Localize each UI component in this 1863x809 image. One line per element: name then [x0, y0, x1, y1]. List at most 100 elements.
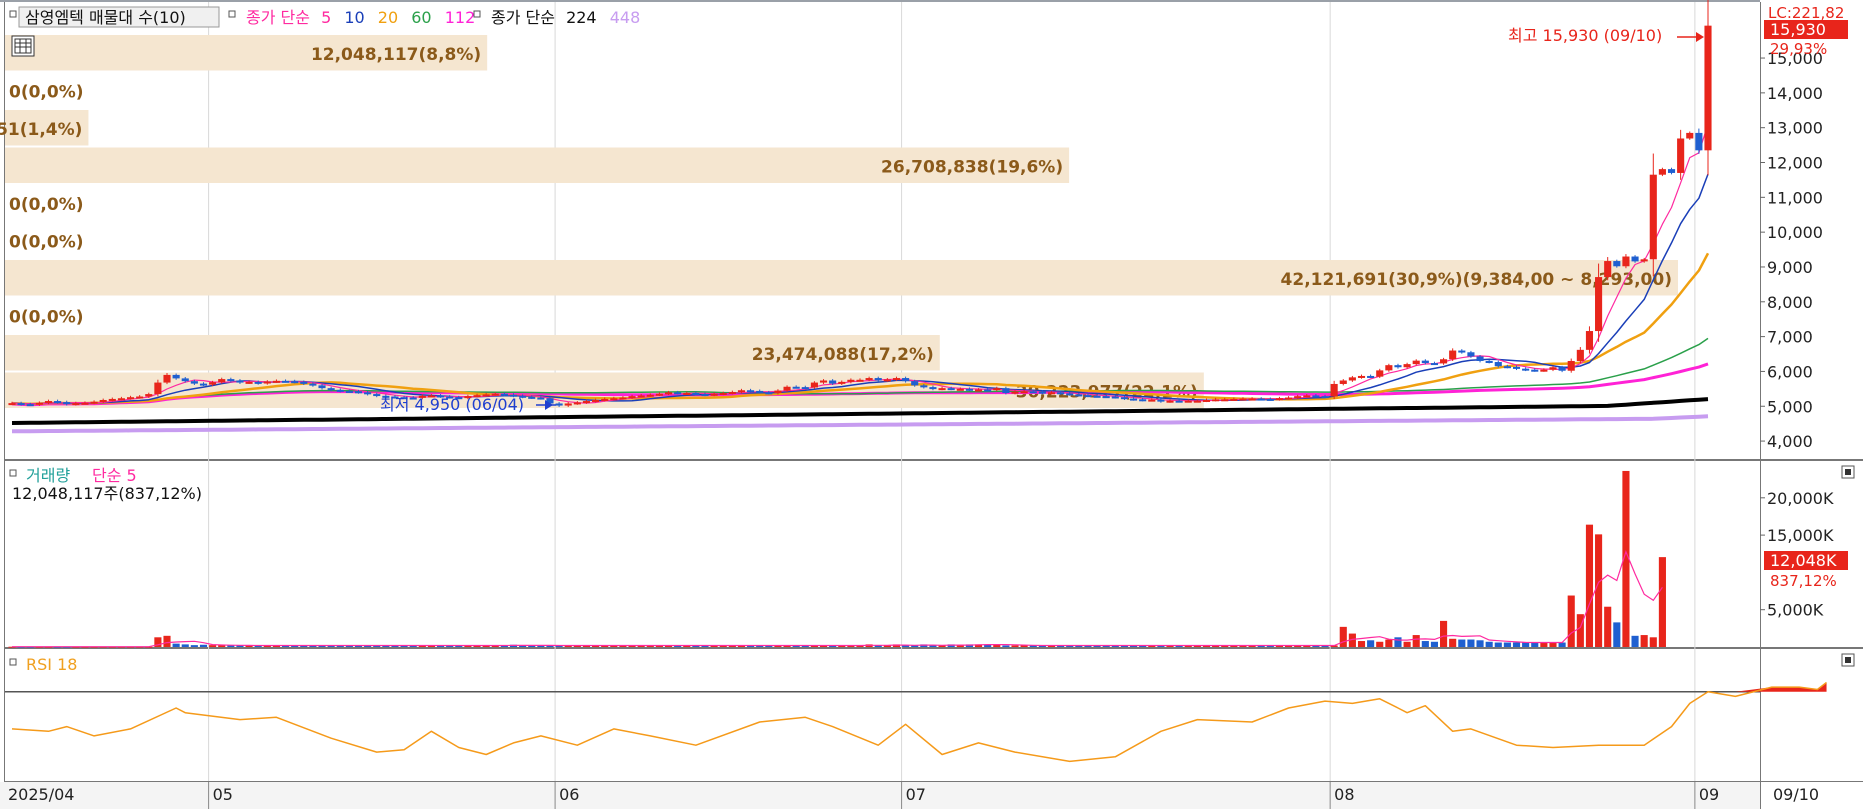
- candle-body: [1476, 356, 1484, 361]
- volume-title[interactable]: 거래량: [26, 466, 70, 485]
- candle-body: [154, 382, 162, 395]
- candle-body: [601, 398, 609, 401]
- price-tick-label: 7,000: [1767, 328, 1813, 347]
- volume-bar: [199, 644, 208, 647]
- candle-body: [1120, 397, 1128, 400]
- candle-body: [1230, 398, 1238, 401]
- candle-body: [8, 403, 16, 406]
- ma-prefix: 종가 단순: [246, 8, 310, 27]
- volume-bar: [1467, 639, 1475, 647]
- candle-body: [1494, 362, 1502, 367]
- price-tick-label: 5,000: [1767, 397, 1813, 416]
- volume-bar: [1357, 641, 1366, 647]
- volume-profile-label: 12,048,117(8,8%): [311, 45, 481, 65]
- current-price-badge: 15,930: [1770, 20, 1826, 39]
- candle-body: [1339, 380, 1347, 384]
- candle-body: [1512, 366, 1521, 369]
- candle-body: [291, 381, 299, 384]
- candle-body: [1057, 392, 1065, 395]
- candle-body: [1047, 392, 1056, 395]
- volume-bar: [1576, 614, 1584, 647]
- candle-body: [1458, 350, 1466, 353]
- volume-profile-label: 0(0,0%): [9, 195, 84, 215]
- volume-bar: [1476, 640, 1484, 647]
- candle-body: [564, 403, 572, 406]
- candle-body: [1677, 138, 1685, 173]
- volume-bar: [1640, 635, 1648, 647]
- grid-toggle-icon[interactable]: [11, 35, 35, 57]
- candle-body: [1421, 360, 1429, 364]
- volume-bar: [1540, 642, 1548, 647]
- rsi-panel-close-icon[interactable]: [1841, 653, 1855, 667]
- volume-bar: [1430, 641, 1439, 647]
- x-tick-label: 05: [213, 785, 233, 804]
- candle-body: [1622, 256, 1630, 267]
- candle-body: [1394, 365, 1402, 368]
- ma2-legend[interactable]: 종가 단순 224 448: [491, 8, 640, 27]
- volume-profile-label: 1,932,851(1,4%): [0, 120, 82, 140]
- candle-body: [245, 381, 253, 384]
- volume-current-badge: 12,048K: [1770, 551, 1837, 570]
- candle-body: [318, 385, 326, 389]
- candle-body: [263, 381, 271, 384]
- indicator-title[interactable]: 삼영엠텍 매물대 수(10): [25, 8, 186, 27]
- volume-bar: [1631, 635, 1639, 647]
- candle-body: [1522, 368, 1530, 371]
- volume-ma-label[interactable]: 단순 5: [92, 466, 137, 485]
- candle-body: [172, 374, 180, 379]
- candle-body: [637, 395, 645, 398]
- price-tick-label: 12,000: [1767, 154, 1823, 173]
- candle-body: [701, 394, 709, 397]
- candle-body: [1002, 388, 1010, 394]
- candle-body: [1011, 391, 1019, 394]
- high-price-label: 최고 15,930 (09/10): [1508, 26, 1662, 45]
- candle-body: [1075, 394, 1083, 397]
- candle-body: [1312, 395, 1320, 398]
- candle-body: [892, 378, 901, 381]
- volume-profile-label: 0(0,0%): [9, 232, 84, 252]
- candle-body: [1403, 364, 1411, 368]
- candle-body: [1658, 169, 1666, 175]
- x-tick-label: 08: [1334, 785, 1354, 804]
- candle-body: [26, 404, 34, 407]
- volume-panel-close-icon[interactable]: [1841, 465, 1855, 479]
- candle-body: [938, 388, 946, 391]
- candle-body: [1029, 391, 1037, 394]
- volume-bar: [1485, 641, 1493, 647]
- candle-body: [1275, 398, 1283, 401]
- candle-body: [829, 380, 837, 384]
- rsi-title[interactable]: RSI 18: [26, 655, 77, 674]
- candle-body: [1294, 396, 1302, 399]
- candle-body: [728, 391, 736, 394]
- volume-bar: [1458, 639, 1466, 647]
- candle-body: [1166, 400, 1174, 403]
- candle-body: [1558, 367, 1566, 371]
- volume-bar: [1613, 622, 1621, 647]
- ma-period-20: 20: [378, 8, 398, 27]
- candle-body: [737, 390, 746, 393]
- candle-body: [774, 390, 782, 394]
- candle-body: [272, 380, 280, 383]
- ma-period-10: 10: [344, 8, 364, 27]
- candle-body: [1549, 367, 1557, 370]
- candle-body: [81, 402, 89, 405]
- candle-body: [810, 382, 818, 388]
- volume-current-label: 12,048,117주(837,12%): [12, 484, 202, 503]
- candle-body: [747, 390, 755, 393]
- candle-body: [838, 381, 846, 384]
- price-tick-label: 14,000: [1767, 84, 1823, 103]
- candle-body: [947, 388, 955, 391]
- price-tick-label: 6,000: [1767, 362, 1813, 381]
- candle-body: [300, 381, 308, 384]
- low-price-label: 최저 4,950 (06/04): [380, 395, 524, 414]
- candle-body: [254, 381, 262, 384]
- candle-body: [1175, 400, 1183, 403]
- candle-body: [1576, 349, 1584, 361]
- candle-body: [920, 385, 928, 388]
- volume-bar: [209, 645, 217, 647]
- candle-body: [1412, 360, 1420, 365]
- candle-body: [555, 403, 563, 406]
- candle-body: [136, 396, 144, 399]
- candle-body: [1385, 365, 1393, 371]
- candle-body: [17, 403, 25, 406]
